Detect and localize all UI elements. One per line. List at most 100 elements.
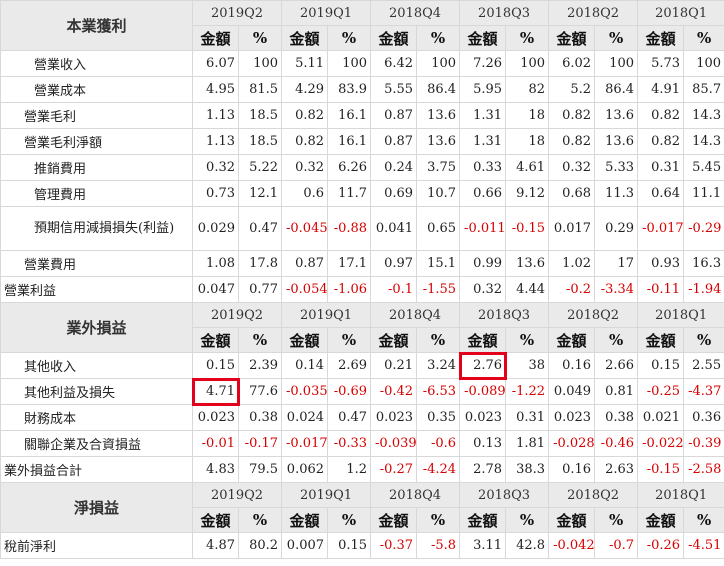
percent-cell: 13.6 [594,128,639,155]
amount-cell: 0.041 [370,206,418,251]
quarter-header: 2018Q3 [459,0,550,26]
percent-cell: -1.55 [416,276,461,303]
quarter-header: 2019Q2 [191,302,283,328]
amount-header: 金額 [548,25,596,51]
row-label: 推銷費用 [0,154,193,181]
quarter-header: 2018Q2 [548,302,639,328]
percent-cell: -0.88 [327,206,372,251]
percent-header: % [237,25,283,51]
amount-cell: 1.13 [192,102,239,129]
quarter-header: 2018Q1 [637,0,724,26]
percent-cell: 12.1 [237,180,283,207]
percent-cell: 15.1 [416,250,461,277]
amount-header: 金額 [459,25,507,51]
amount-cell: -0.089 [459,378,507,405]
amount-cell: 0.73 [192,180,239,207]
amount-header: 金額 [370,507,418,533]
amount-cell: 0.14 [281,352,329,379]
row-label: 其他收入 [0,352,193,379]
table-row: 營業毛利 1.13 18.5 0.82 16.1 0.87 13.6 1.31 18 0.82 13… [0,102,724,129]
quarter-header: 2019Q2 [191,482,283,508]
amount-cell: 0.32 [192,154,239,181]
percent-cell: 82 [505,76,550,103]
amount-cell: 1.13 [192,128,239,155]
percent-cell: 100 [505,50,550,77]
percent-cell: 0.29 [594,206,639,251]
amount-cell: 0.64 [637,180,685,207]
amount-header: 金額 [192,25,239,51]
percent-cell: -5.8 [416,532,461,559]
percent-header: % [505,507,550,533]
amount-cell: 0.93 [637,250,685,277]
percent-cell: 86.4 [594,76,639,103]
amount-cell: 3.11 [459,532,507,559]
amount-header: 金額 [192,327,239,353]
amount-cell: 0.31 [637,154,685,181]
percent-cell: 17.1 [327,250,372,277]
percent-cell: 77.6 [237,378,283,405]
percent-cell: -0.46 [594,430,639,457]
percent-cell: -2.58 [683,456,724,483]
amount-cell: 0.82 [637,102,685,129]
amount-cell: 0.33 [459,154,507,181]
percent-cell: 2.69 [327,352,372,379]
percent-cell: -0.7 [594,532,639,559]
amount-cell: -0.25 [637,378,685,405]
percent-header: % [594,25,639,51]
percent-cell: -4.51 [683,532,724,559]
percent-cell: 38 [505,352,550,379]
percent-cell: 13.6 [594,102,639,129]
amount-cell: -0.028 [548,430,596,457]
percent-cell: 42.8 [505,532,550,559]
quarter-header: 2018Q1 [637,302,724,328]
row-label: 業外損益合計 [0,456,193,483]
percent-cell: 0.15 [327,532,372,559]
amount-cell: 5.95 [459,76,507,103]
amount-cell: 0.15 [637,352,685,379]
amount-cell: 0.13 [459,430,507,457]
percent-cell: 86.4 [416,76,461,103]
table-row: 其他收入 0.15 2.39 0.14 2.69 0.21 3.24 2.76 38 0.16 2.… [0,351,724,380]
percent-header: % [683,327,724,353]
income-statement-table: 本業獲利 2019Q2 2019Q1 2018Q4 2018Q3 2018Q2 2018Q1… [0,0,724,559]
percent-cell: 0.38 [237,404,283,431]
quarter-header: 2018Q2 [548,0,639,26]
percent-cell: 100 [327,50,372,77]
amount-cell: -0.11 [637,276,685,303]
percent-cell: 18 [505,128,550,155]
quarter-header: 2018Q1 [637,482,724,508]
amount-cell: 4.95 [192,76,239,103]
amount-cell: 0.024 [281,404,329,431]
amount-cell: 0.062 [281,456,329,483]
percent-cell: 5.33 [594,154,639,181]
percent-cell: 16.1 [327,102,372,129]
amount-cell: 0.69 [370,180,418,207]
amount-cell: 5.11 [281,50,329,77]
amount-cell: 4.91 [637,76,685,103]
percent-header: % [327,327,372,353]
amount-cell: 0.97 [370,250,418,277]
amount-cell: -0.01 [192,430,239,457]
percent-cell: 79.5 [237,456,283,483]
amount-cell: 4.83 [192,456,239,483]
percent-header: % [683,507,724,533]
amount-cell: 1.31 [459,128,507,155]
amount-cell: 0.32 [548,154,596,181]
row-label: 預期信用減損損失(利益) [0,206,193,251]
percent-cell: 0.65 [416,206,461,251]
percent-cell: -4.37 [683,378,724,405]
amount-cell: 5.73 [637,50,685,77]
table-row: 營業利益 0.047 0.77 -0.054 -1.06 -0.1 -1.55 0.32 4.4… [0,276,724,303]
quarter-header: 2018Q4 [370,302,461,328]
percent-cell: 11.3 [594,180,639,207]
amount-cell: -0.035 [281,378,329,405]
section-title: 淨損益 [0,482,193,533]
percent-cell: 14.3 [683,128,724,155]
amount-cell: 6.02 [548,50,596,77]
percent-header: % [327,25,372,51]
percent-cell: 3.24 [416,352,461,379]
amount-cell: 0.68 [548,180,596,207]
amount-header: 金額 [637,327,685,353]
amount-cell: 0.16 [548,352,596,379]
percent-cell: 9.12 [505,180,550,207]
